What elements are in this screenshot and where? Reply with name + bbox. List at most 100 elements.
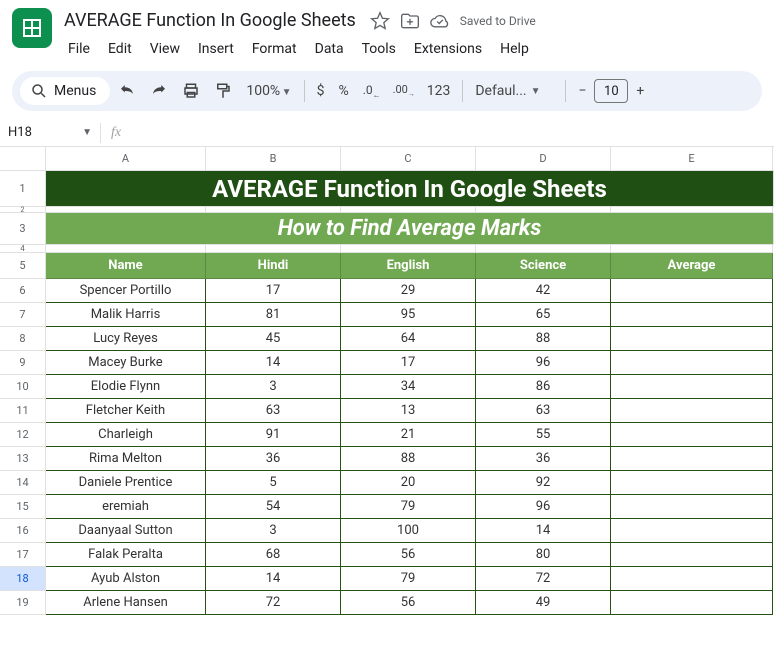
cell-english[interactable]: 88 xyxy=(341,447,476,471)
cell-average[interactable] xyxy=(611,423,773,447)
select-all-corner[interactable] xyxy=(0,147,46,170)
cell-name[interactable]: Ayub Alston xyxy=(46,567,206,591)
row-header[interactable]: 14 xyxy=(0,471,46,495)
menu-edit[interactable]: Edit xyxy=(100,37,140,61)
cell-english[interactable]: 13 xyxy=(341,399,476,423)
cell-average[interactable] xyxy=(611,519,773,543)
menu-insert[interactable]: Insert xyxy=(190,37,242,61)
cell-average[interactable] xyxy=(611,591,773,615)
cell-science[interactable]: 88 xyxy=(476,327,611,351)
cell-science[interactable]: 36 xyxy=(476,447,611,471)
font-select[interactable]: Defaul... ▼ xyxy=(469,83,559,99)
cell-hindi[interactable]: 68 xyxy=(206,543,341,567)
cell-hindi[interactable]: 3 xyxy=(206,519,341,543)
cell-hindi[interactable]: 81 xyxy=(206,303,341,327)
banner-title-cell[interactable]: AVERAGE Function In Google Sheets xyxy=(46,171,774,207)
row-header[interactable]: 3 xyxy=(0,213,46,245)
cell-science[interactable]: 96 xyxy=(476,351,611,375)
cell-name[interactable]: Macey Burke xyxy=(46,351,206,375)
cell-hindi[interactable]: 54 xyxy=(206,495,341,519)
cell-english[interactable]: 17 xyxy=(341,351,476,375)
star-icon[interactable] xyxy=(370,11,390,31)
row-header[interactable]: 16 xyxy=(0,519,46,543)
cell-average[interactable] xyxy=(611,495,773,519)
header-hindi[interactable]: Hindi xyxy=(206,253,341,279)
cell-average[interactable] xyxy=(611,303,773,327)
row-header[interactable]: 9 xyxy=(0,351,46,375)
cell-average[interactable] xyxy=(611,351,773,375)
menu-view[interactable]: View xyxy=(142,37,188,61)
decrease-font-button[interactable]: − xyxy=(572,83,592,99)
cell-name[interactable]: Daanyaal Sutton xyxy=(46,519,206,543)
cell-average[interactable] xyxy=(611,447,773,471)
cell-science[interactable]: 63 xyxy=(476,399,611,423)
cell-english[interactable]: 79 xyxy=(341,495,476,519)
cell[interactable] xyxy=(206,245,341,253)
cell-name[interactable]: Fletcher Keith xyxy=(46,399,206,423)
row-header[interactable]: 1 xyxy=(0,171,46,207)
cell[interactable] xyxy=(341,245,476,253)
cell-name[interactable]: Lucy Reyes xyxy=(46,327,206,351)
col-header-A[interactable]: A xyxy=(46,147,206,170)
cell-science[interactable]: 96 xyxy=(476,495,611,519)
row-header[interactable]: 19 xyxy=(0,591,46,615)
cell-english[interactable]: 79 xyxy=(341,567,476,591)
cell-name[interactable]: Rima Melton xyxy=(46,447,206,471)
increase-font-button[interactable]: + xyxy=(630,83,650,99)
menu-tools[interactable]: Tools xyxy=(354,37,404,61)
cell-name[interactable]: Falak Peralta xyxy=(46,543,206,567)
row-header[interactable]: 17 xyxy=(0,543,46,567)
cell-name[interactable]: Malik Harris xyxy=(46,303,206,327)
cell-hindi[interactable]: 91 xyxy=(206,423,341,447)
cell-average[interactable] xyxy=(611,567,773,591)
print-button[interactable] xyxy=(176,76,206,106)
cell-name[interactable]: eremiah xyxy=(46,495,206,519)
cell-average[interactable] xyxy=(611,399,773,423)
cell-english[interactable]: 34 xyxy=(341,375,476,399)
row-header[interactable]: 15 xyxy=(0,495,46,519)
undo-button[interactable] xyxy=(112,76,142,106)
col-header-B[interactable]: B xyxy=(206,147,341,170)
cell-average[interactable] xyxy=(611,279,773,303)
cell-english[interactable]: 21 xyxy=(341,423,476,447)
row-header[interactable]: 13 xyxy=(0,447,46,471)
cell-english[interactable]: 56 xyxy=(341,543,476,567)
row-header[interactable]: 12 xyxy=(0,423,46,447)
search-menus[interactable]: Menus xyxy=(20,77,110,105)
cell-science[interactable]: 92 xyxy=(476,471,611,495)
cell-average[interactable] xyxy=(611,471,773,495)
menu-help[interactable]: Help xyxy=(492,37,537,61)
menu-extensions[interactable]: Extensions xyxy=(406,37,490,61)
row-header[interactable]: 18 xyxy=(0,567,46,591)
cell-science[interactable]: 14 xyxy=(476,519,611,543)
cell-hindi[interactable]: 45 xyxy=(206,327,341,351)
cell-hindi[interactable]: 63 xyxy=(206,399,341,423)
number-format-button[interactable]: 123 xyxy=(421,83,457,99)
cell-hindi[interactable]: 5 xyxy=(206,471,341,495)
cell-science[interactable]: 65 xyxy=(476,303,611,327)
cell-name[interactable]: Arlene Hansen xyxy=(46,591,206,615)
currency-button[interactable]: $ xyxy=(311,83,331,99)
cell-science[interactable]: 80 xyxy=(476,543,611,567)
cell-science[interactable]: 72 xyxy=(476,567,611,591)
banner-subtitle-cell[interactable]: How to Find Average Marks xyxy=(46,213,774,245)
decrease-decimal-button[interactable]: .0← xyxy=(357,76,387,106)
cell-science[interactable]: 86 xyxy=(476,375,611,399)
header-name[interactable]: Name xyxy=(46,253,206,279)
cell[interactable] xyxy=(476,245,611,253)
font-size-input[interactable]: 10 xyxy=(594,79,628,103)
formula-input[interactable] xyxy=(131,125,774,140)
cell-hindi[interactable]: 36 xyxy=(206,447,341,471)
row-header[interactable]: 5 xyxy=(0,253,46,279)
cell-science[interactable]: 49 xyxy=(476,591,611,615)
cell-english[interactable]: 64 xyxy=(341,327,476,351)
row-header[interactable]: 11 xyxy=(0,399,46,423)
name-box[interactable]: H18▼ xyxy=(0,119,100,146)
redo-button[interactable] xyxy=(144,76,174,106)
col-header-E[interactable]: E xyxy=(611,147,773,170)
menu-file[interactable]: File xyxy=(60,37,98,61)
cell-hindi[interactable]: 14 xyxy=(206,351,341,375)
cell-name[interactable]: Daniele Prentice xyxy=(46,471,206,495)
cell-name[interactable]: Spencer Portillo xyxy=(46,279,206,303)
menu-data[interactable]: Data xyxy=(307,37,352,61)
